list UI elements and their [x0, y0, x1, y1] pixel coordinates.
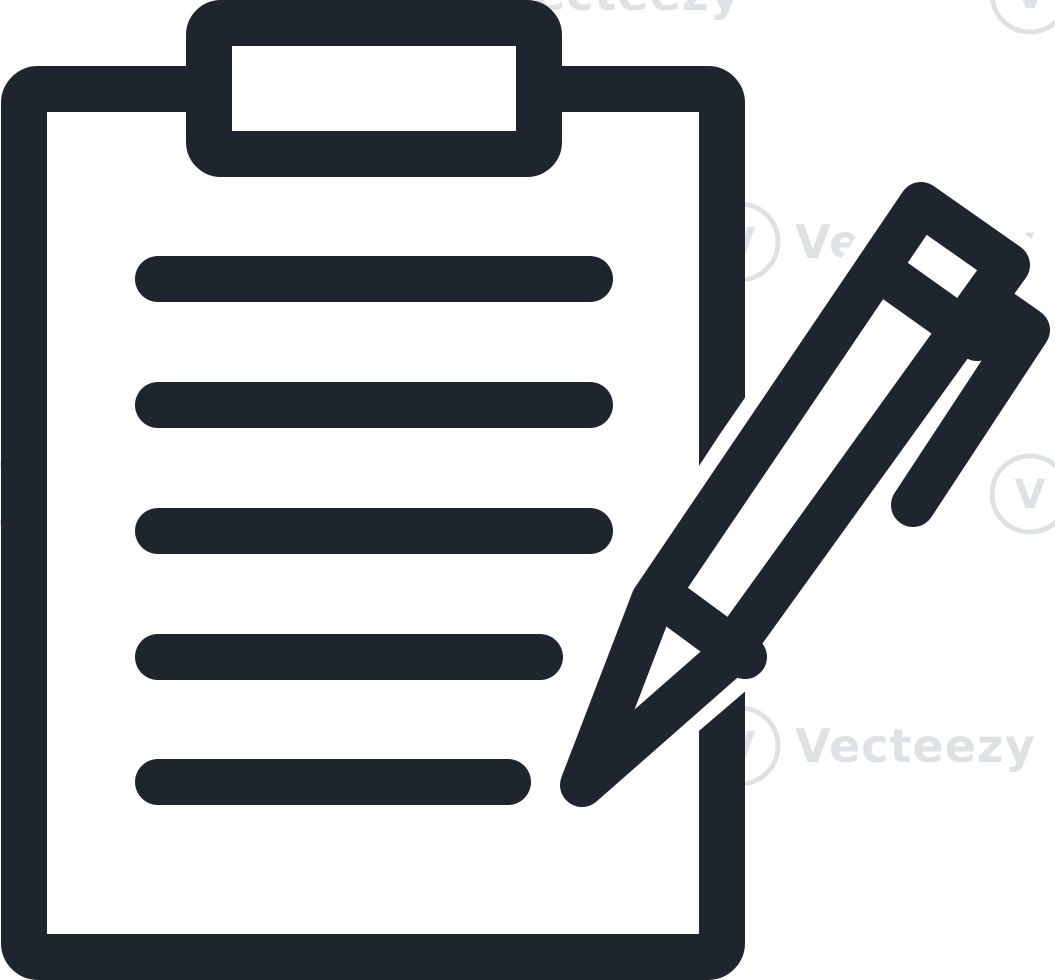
- clipboard-icon: [1, 0, 745, 980]
- watermark: VVecteezy: [699, 705, 1036, 787]
- watermark-text: Vecteezy: [795, 719, 1036, 773]
- clipboard-clip: [186, 0, 562, 177]
- watermark: VVecteezy: [989, 453, 1055, 535]
- watermark: VVecteezy: [989, 0, 1055, 35]
- watermark-logo: V: [1015, 0, 1046, 18]
- watermark-logo: V: [1015, 472, 1046, 518]
- clipboard-with-pen-icon: VVecteezyVVecteezyVVecteezyVVecteezyVVec…: [0, 0, 1055, 980]
